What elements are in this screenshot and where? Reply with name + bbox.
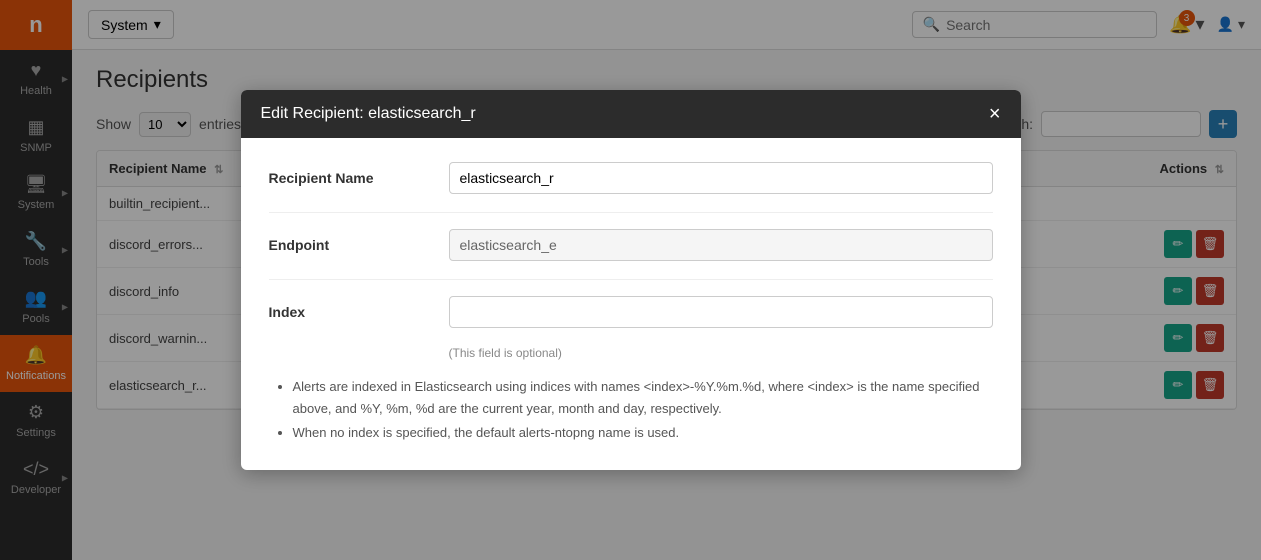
endpoint-input (449, 229, 993, 261)
form-row-index: Index (269, 296, 993, 328)
modal-close-button[interactable]: × (989, 104, 1001, 124)
form-note-2: When no index is specified, the default … (293, 422, 993, 444)
recipient-name-label: Recipient Name (269, 170, 429, 186)
optional-hint: (This field is optional) (449, 346, 993, 360)
form-divider-2 (269, 279, 993, 280)
form-row-recipient-name: Recipient Name (269, 162, 993, 194)
index-label: Index (269, 304, 429, 320)
form-divider (269, 212, 993, 213)
index-input[interactable] (449, 296, 993, 328)
form-notes: Alerts are indexed in Elasticsearch usin… (269, 376, 993, 444)
recipient-name-input[interactable] (449, 162, 993, 194)
form-note-1: Alerts are indexed in Elasticsearch usin… (293, 376, 993, 420)
modal-body: Recipient Name Endpoint Index (This fiel… (241, 138, 1021, 470)
modal-title: Edit Recipient: elasticsearch_r (261, 105, 476, 123)
form-row-endpoint: Endpoint (269, 229, 993, 261)
endpoint-label: Endpoint (269, 237, 429, 253)
edit-recipient-modal: Edit Recipient: elasticsearch_r × Recipi… (241, 90, 1021, 470)
modal-overlay: Edit Recipient: elasticsearch_r × Recipi… (0, 0, 1261, 560)
modal-header: Edit Recipient: elasticsearch_r × (241, 90, 1021, 138)
